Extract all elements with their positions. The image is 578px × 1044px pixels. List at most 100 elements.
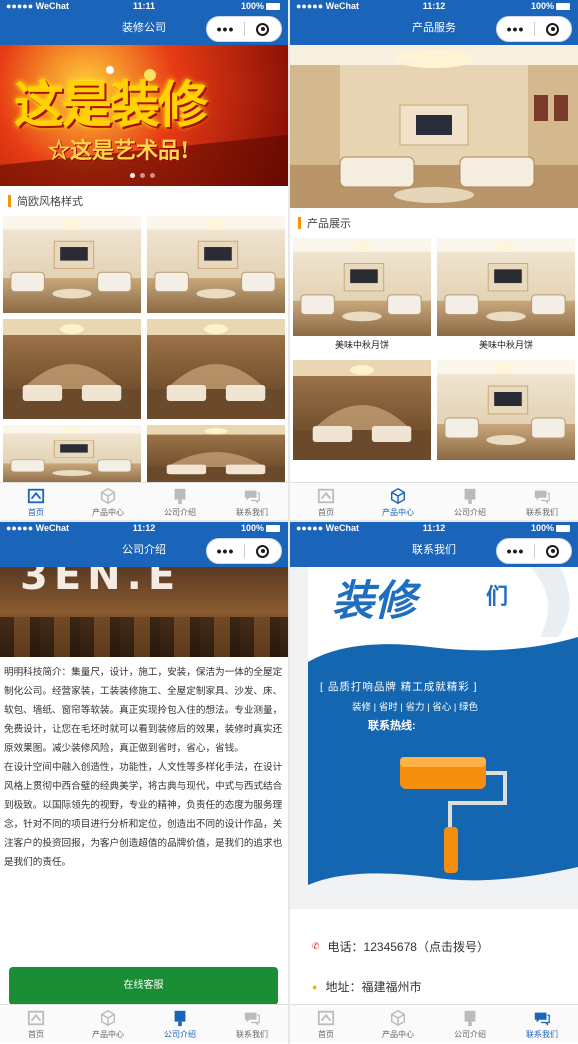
- tab-bar: 首页 产品中心 公司介绍 联系我们: [0, 482, 288, 520]
- tab-home[interactable]: 首页: [290, 483, 362, 520]
- status-bar: ●●●●● WeChat 11:12 100%: [290, 522, 578, 535]
- battery-indicator: 100%: [241, 522, 280, 535]
- target-icon: [546, 544, 560, 558]
- poster-brush-text: 装修: [332, 576, 417, 625]
- tab-label: 首页: [318, 1030, 334, 1039]
- banner-text: 3EN.E: [20, 567, 182, 599]
- nav-bar: 联系我们 •••: [290, 535, 578, 567]
- gallery-image[interactable]: [147, 319, 285, 419]
- accent-bar: [8, 195, 11, 207]
- tab-label: 公司介绍: [454, 1030, 486, 1039]
- chat-icon: [244, 490, 260, 504]
- battery-indicator: 100%: [241, 0, 280, 13]
- living-room-image: [290, 45, 578, 208]
- tab-label: 联系我们: [526, 508, 558, 517]
- contact-screen: ●●●●● WeChat 11:12 100% 联系我们 ••• 装修 们 [ …: [290, 522, 578, 1042]
- section-header: 产品展示: [290, 208, 578, 238]
- chat-icon: [244, 1012, 260, 1026]
- tab-company[interactable]: 公司介绍: [144, 483, 216, 520]
- chat-icon: [534, 1012, 550, 1026]
- tab-home[interactable]: 首页: [0, 1005, 72, 1042]
- carousel-dots: [130, 173, 155, 178]
- building-icon: [464, 1010, 476, 1027]
- tab-home[interactable]: 首页: [290, 1005, 362, 1042]
- more-icon[interactable]: •••: [207, 539, 244, 563]
- product-card[interactable]: [437, 360, 575, 460]
- more-icon[interactable]: •••: [497, 539, 534, 563]
- close-mini-program-button[interactable]: [245, 544, 281, 558]
- tab-contact[interactable]: 联系我们: [506, 483, 578, 520]
- target-icon: [256, 544, 270, 558]
- tab-label: 公司介绍: [454, 508, 486, 517]
- online-service-button[interactable]: 在线客服: [9, 967, 278, 1005]
- nav-bar: 产品服务 •••: [290, 13, 578, 45]
- home-icon: [317, 1010, 335, 1026]
- target-icon: [256, 22, 270, 36]
- products-screen: ●●●●● WeChat 11:12 100% 产品服务 ••• 产品展示 美味…: [290, 0, 578, 520]
- tab-products[interactable]: 产品中心: [72, 1005, 144, 1042]
- address-row: ● 地址：福建福州市: [312, 978, 421, 995]
- home-icon: [317, 488, 335, 504]
- more-icon[interactable]: •••: [207, 17, 244, 41]
- product-name: 美味中秋月饼: [334, 340, 389, 350]
- phone-icon: ✆: [312, 941, 320, 951]
- tab-products[interactable]: 产品中心: [362, 483, 434, 520]
- cube-icon: [100, 1009, 116, 1027]
- tab-home[interactable]: 首页: [0, 483, 72, 520]
- tab-company[interactable]: 公司介绍: [434, 483, 506, 520]
- tab-products[interactable]: 产品中心: [72, 483, 144, 520]
- tab-contact[interactable]: 联系我们: [506, 1005, 578, 1042]
- more-icon[interactable]: •••: [497, 17, 534, 41]
- phone-row[interactable]: ✆ 电话：12345678（点击拨号）: [312, 938, 489, 955]
- tab-contact[interactable]: 联系我们: [216, 1005, 288, 1042]
- product-card[interactable]: [293, 360, 431, 460]
- gallery-image[interactable]: [147, 216, 285, 313]
- product-card[interactable]: 美味中秋月饼: [293, 238, 431, 354]
- status-bar: ●●●●● WeChat 11:12 100%: [290, 0, 578, 13]
- cube-icon: [100, 487, 116, 505]
- close-mini-program-button[interactable]: [535, 544, 571, 558]
- close-mini-program-button[interactable]: [245, 22, 281, 36]
- gallery-image[interactable]: [147, 425, 285, 485]
- tab-products[interactable]: 产品中心: [362, 1005, 434, 1042]
- company-intro: 明明科技简介：集量尺，设计，施工，安装，保洁为一体的全屋定制化公司。经营家装，工…: [0, 663, 288, 872]
- building-icon: [174, 488, 186, 505]
- hero-image[interactable]: [290, 45, 578, 208]
- product-image: [293, 360, 431, 460]
- gallery-image[interactable]: [3, 319, 141, 419]
- close-mini-program-button[interactable]: [535, 22, 571, 36]
- product-card[interactable]: 美味中秋月饼: [437, 238, 575, 354]
- section-header: 简欧风格样式: [0, 186, 288, 216]
- tab-label: 首页: [318, 508, 334, 517]
- tab-label: 联系我们: [236, 1030, 268, 1039]
- poster-slogan: [ 品质打响品牌 精工成就精彩 ]: [320, 681, 478, 693]
- tab-bar: 首页 产品中心 公司介绍 联系我们: [290, 1004, 578, 1042]
- tab-company[interactable]: 公司介绍: [434, 1005, 506, 1042]
- tab-company[interactable]: 公司介绍: [144, 1005, 216, 1042]
- mini-program-capsule: •••: [496, 16, 572, 42]
- recruitment-poster: 装修 们 [ 品质打响品牌 精工成就精彩 ] 装修 | 省时 | 省力 | 省心…: [290, 567, 578, 909]
- poster-hotline: 联系热线:: [368, 720, 416, 732]
- tab-label: 首页: [28, 1030, 44, 1039]
- banner-carousel[interactable]: 这是装修 ☆这是艺术品!: [0, 45, 288, 186]
- mini-program-capsule: •••: [206, 538, 282, 564]
- tab-bar: 首页 产品中心 公司介绍 联系我们: [290, 482, 578, 520]
- product-name: 美味中秋月饼: [478, 340, 533, 350]
- location-icon: ●: [312, 981, 318, 992]
- company-banner: 3EN.E: [0, 567, 288, 657]
- gallery-image[interactable]: [3, 425, 141, 485]
- tab-contact[interactable]: 联系我们: [216, 483, 288, 520]
- tab-label: 产品中心: [382, 1030, 414, 1039]
- tab-label: 首页: [28, 508, 44, 517]
- battery-indicator: 100%: [531, 0, 570, 13]
- tab-label: 联系我们: [236, 508, 268, 517]
- chat-icon: [534, 490, 550, 504]
- company-screen: ●●●●● WeChat 11:12 100% 公司介绍 ••• 3EN.E 明…: [0, 522, 288, 1042]
- status-bar: ●●●●● WeChat 11:11 100%: [0, 0, 288, 13]
- battery-indicator: 100%: [531, 522, 570, 535]
- gallery-image[interactable]: [3, 216, 141, 313]
- banner-subline: ☆这是艺术品!: [48, 138, 190, 164]
- cube-icon: [390, 487, 406, 505]
- nav-bar: 公司介绍 •••: [0, 535, 288, 567]
- section-title: 简欧风格样式: [17, 196, 83, 208]
